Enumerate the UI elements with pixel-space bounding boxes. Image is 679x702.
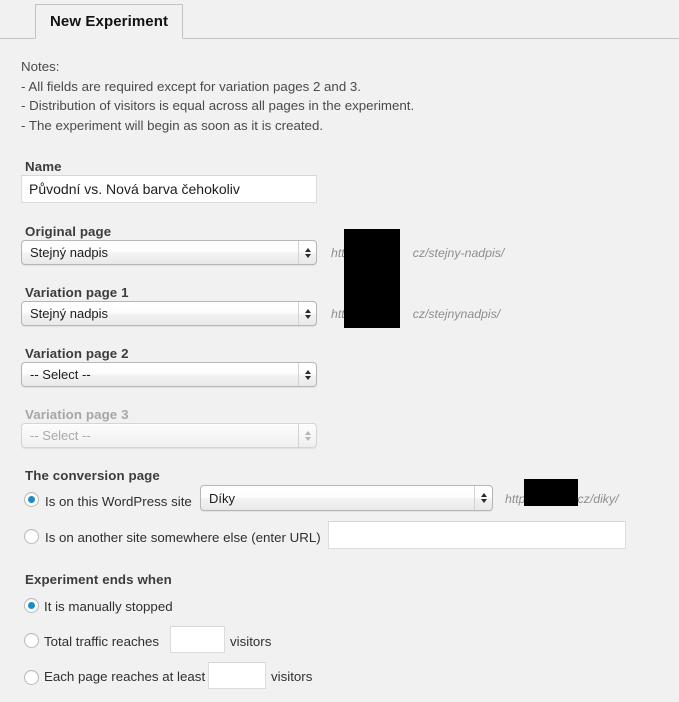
conversion-other-site-label: Is on another site somewhere else (enter… [45, 530, 321, 545]
variation-page-2-select[interactable]: -- Select -- [21, 362, 317, 387]
new-experiment-page: New Experiment Notes: - All fields are r… [0, 0, 679, 702]
conversion-page-select[interactable]: Díky [200, 485, 493, 511]
variation-page-3-label: Variation page 3 [25, 407, 129, 422]
variation-page-3-select-value: -- Select -- [30, 428, 91, 443]
variation-page-1-select[interactable]: Stejný nadpis [21, 301, 317, 326]
notes-line-3: - The experiment will begin as soon as i… [21, 117, 324, 133]
redaction-block-conversion-url [524, 479, 578, 506]
chevron-updown-icon [298, 363, 316, 386]
total-traffic-input[interactable] [170, 626, 225, 653]
notes-line-1: - All fields are required except for var… [21, 78, 362, 94]
name-label: Name [25, 159, 62, 174]
notes-block: Notes: - All fields are required except … [21, 57, 414, 135]
each-page-suffix: visitors [271, 669, 313, 684]
notes-heading: Notes: [21, 59, 60, 74]
conversion-page-select-value: Díky [209, 490, 235, 506]
ends-each-page-radio[interactable] [24, 670, 39, 685]
name-input[interactable] [21, 175, 317, 203]
conversion-page-url-suffix: cz/diky/ [577, 492, 619, 506]
total-traffic-suffix: visitors [230, 634, 272, 649]
original-page-select-value: Stejný nadpis [30, 245, 109, 260]
variation-page-2-select-value: -- Select -- [30, 367, 91, 382]
original-page-label: Original page [25, 224, 112, 239]
conversion-page-label: The conversion page [25, 468, 160, 483]
conversion-page-url-prefix: http [505, 492, 526, 506]
tab-new-experiment[interactable]: New Experiment [35, 4, 184, 39]
ends-total-traffic-label: Total traffic reaches [44, 634, 160, 649]
redaction-block-urls [344, 229, 400, 328]
ends-manual-label: It is manually stopped [44, 599, 173, 614]
conversion-this-site-radio[interactable] [24, 492, 39, 507]
original-page-url-prefix: htt [331, 246, 345, 260]
variation-page-2-label: Variation page 2 [25, 346, 129, 361]
ends-total-traffic-radio[interactable] [24, 633, 39, 648]
variation-page-1-url-prefix: htt [331, 307, 345, 321]
conversion-this-site-label: Is on this WordPress site [45, 494, 192, 509]
original-page-url-suffix: cz/stejny-nadpis/ [412, 246, 505, 260]
tab-strip: New Experiment [0, 0, 679, 39]
chevron-updown-icon [298, 424, 316, 447]
variation-page-3-select: -- Select -- [21, 423, 317, 448]
conversion-other-site-url-input[interactable] [328, 521, 626, 549]
conversion-other-site-radio[interactable] [24, 529, 39, 544]
chevron-updown-icon [474, 486, 492, 510]
each-page-input[interactable] [208, 662, 266, 689]
notes-line-2: - Distribution of visitors is equal acro… [21, 98, 415, 113]
chevron-updown-icon [298, 302, 316, 325]
variation-page-1-url-suffix: cz/stejnynadpis/ [412, 307, 501, 321]
experiment-ends-label: Experiment ends when [25, 572, 172, 587]
tab-label: New Experiment [50, 13, 169, 30]
chevron-updown-icon [298, 241, 316, 264]
ends-each-page-label: Each page reaches at least [44, 669, 206, 684]
variation-page-1-label: Variation page 1 [25, 285, 129, 300]
original-page-select[interactable]: Stejný nadpis [21, 240, 317, 265]
variation-page-1-select-value: Stejný nadpis [30, 306, 109, 321]
ends-manual-radio[interactable] [24, 598, 39, 613]
